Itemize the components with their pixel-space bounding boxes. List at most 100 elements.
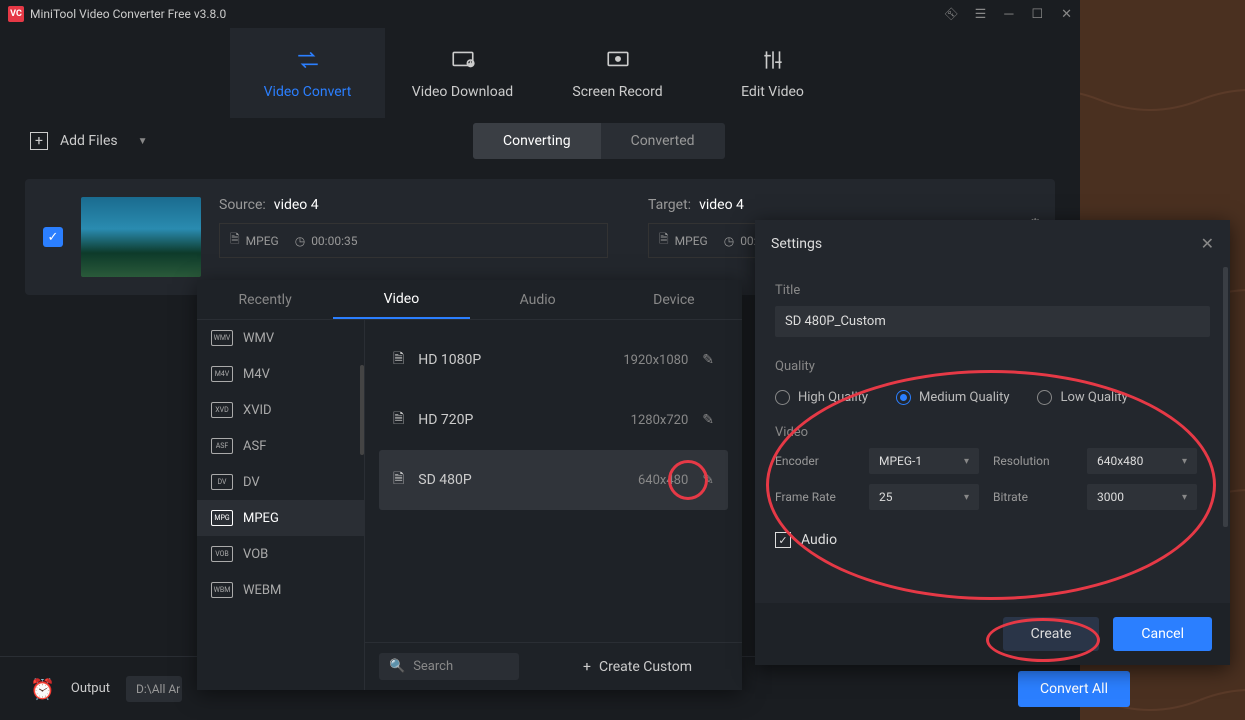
fp-tab-recently[interactable]: Recently (197, 280, 333, 319)
video-section-label: Video (775, 425, 1210, 440)
tab-screen-record[interactable]: Screen Record (540, 28, 695, 118)
main-tabs: Video Convert Video Download Screen Reco… (0, 28, 1080, 118)
title-input[interactable] (775, 306, 1210, 337)
scrollbar[interactable] (1223, 267, 1228, 527)
source-label: Source:video 4 (219, 197, 608, 213)
settings-title: Settings (771, 236, 822, 252)
convert-all-button[interactable]: Convert All (1018, 671, 1130, 707)
plus-icon: + (30, 132, 48, 150)
tab-label: Video Download (412, 84, 513, 100)
app-title: MiniTool Video Converter Free v3.8.0 (30, 7, 226, 21)
file-thumbnail (81, 197, 201, 277)
clock-icon: ◷ (724, 234, 734, 248)
format-icon: WMV (211, 330, 233, 346)
preset-720p[interactable]: 🗎 HD 720P 1280x720 ✎ (379, 390, 728, 450)
tab-label: Edit Video (741, 84, 804, 100)
format-item-mpeg[interactable]: MPGMPEG (197, 500, 364, 536)
format-item-xvid[interactable]: XVDXVID (197, 392, 364, 428)
format-icon: DV (211, 474, 233, 490)
minimize-icon[interactable]: ─ (1004, 6, 1013, 22)
format-item-wmv[interactable]: WMVWMV (197, 320, 364, 356)
quality-medium[interactable]: Medium Quality (896, 390, 1009, 405)
scrollbar[interactable] (360, 365, 364, 455)
format-icon: M4V (211, 366, 233, 382)
menu-icon[interactable]: ☰ (975, 7, 987, 22)
format-icon: VOB (211, 546, 233, 562)
play-file-icon: 🗎 (393, 348, 404, 372)
settings-panel: Settings ✕ Title Quality High Quality Me… (755, 220, 1230, 665)
edit-icon (760, 46, 786, 74)
preset-resolution: 640x480 (598, 473, 688, 488)
file-checkbox[interactable]: ✓ (43, 227, 63, 247)
framerate-label: Frame Rate (775, 490, 855, 504)
maximize-icon[interactable]: ☐ (1031, 7, 1043, 22)
preset-1080p[interactable]: 🗎 HD 1080P 1920x1080 ✎ (379, 330, 728, 390)
source-meta: 🗎MPEG ◷00:00:35 (219, 223, 608, 258)
quality-high[interactable]: High Quality (775, 390, 868, 405)
preset-480p[interactable]: 🗎 SD 480P 640x480 ✎ (379, 450, 728, 510)
edit-icon[interactable]: ✎ (702, 352, 714, 368)
title-field-label: Title (775, 283, 1210, 298)
audio-label: Audio (801, 532, 837, 548)
chevron-down-icon[interactable]: ▼ (138, 136, 148, 147)
framerate-select[interactable]: 25 (869, 484, 979, 510)
file-icon: 🗎 (659, 230, 669, 251)
preset-name: HD 1080P (418, 352, 584, 368)
bitrate-label: Bitrate (993, 490, 1073, 504)
record-icon (605, 46, 631, 74)
tab-video-download[interactable]: Video Download (385, 28, 540, 118)
output-label: Output (71, 681, 110, 696)
output-path[interactable]: D:\All Ar (126, 676, 182, 702)
format-icon: WBM (211, 582, 233, 598)
quality-label: Quality (775, 359, 1210, 374)
file-icon: 🗎 (230, 230, 240, 251)
play-file-icon: 🗎 (393, 408, 404, 432)
download-icon (450, 46, 476, 74)
create-custom-button[interactable]: +Create Custom (533, 643, 742, 690)
tab-edit-video[interactable]: Edit Video (695, 28, 850, 118)
format-item-dv[interactable]: DVDV (197, 464, 364, 500)
encoder-label: Encoder (775, 454, 855, 468)
fp-tab-device[interactable]: Device (606, 280, 742, 319)
add-files-button[interactable]: + Add Files ▼ (30, 132, 148, 150)
format-item-asf[interactable]: ASFASF (197, 428, 364, 464)
target-label: Target:video 4 (648, 197, 1037, 213)
plus-icon: + (583, 659, 591, 675)
clock-icon[interactable]: ⏰ (30, 677, 55, 701)
tab-video-convert[interactable]: Video Convert (230, 28, 385, 118)
format-panel: Recently Video Audio Device WMVWMV M4VM4… (197, 280, 742, 690)
clock-icon: ◷ (295, 234, 305, 248)
app-logo-icon: VC (8, 6, 24, 22)
close-icon[interactable]: ✕ (1061, 7, 1072, 22)
resolution-select[interactable]: 640x480 (1087, 448, 1197, 474)
format-icon: ASF (211, 438, 233, 454)
fp-tab-audio[interactable]: Audio (470, 280, 606, 319)
view-switcher: Converting Converted (473, 123, 725, 159)
fp-tab-video[interactable]: Video (333, 280, 469, 319)
format-item-vob[interactable]: VOBVOB (197, 536, 364, 572)
tab-label: Video Convert (264, 84, 352, 100)
format-item-m4v[interactable]: M4VM4V (197, 356, 364, 392)
audio-checkbox[interactable]: ✓ (775, 532, 791, 548)
search-icon: 🔍 (389, 659, 405, 674)
cancel-button[interactable]: Cancel (1113, 617, 1212, 651)
bitrate-select[interactable]: 3000 (1087, 484, 1197, 510)
tab-label: Screen Record (572, 84, 662, 100)
format-icon: XVD (211, 402, 233, 418)
search-input[interactable]: 🔍Search (379, 653, 519, 680)
converting-tab[interactable]: Converting (473, 123, 601, 159)
preset-name: SD 480P (418, 472, 584, 488)
edit-icon[interactable]: ✎ (702, 472, 714, 488)
convert-icon (295, 46, 321, 74)
preset-name: HD 720P (418, 412, 584, 428)
format-icon: MPG (211, 510, 233, 526)
create-button[interactable]: Create (1003, 617, 1100, 651)
converted-tab[interactable]: Converted (601, 123, 725, 159)
key-icon[interactable]: ⚿ (943, 5, 961, 23)
edit-icon[interactable]: ✎ (702, 412, 714, 428)
quality-low[interactable]: Low Quality (1037, 390, 1127, 405)
add-files-label: Add Files (60, 133, 118, 149)
close-icon[interactable]: ✕ (1201, 234, 1214, 253)
format-item-webm[interactable]: WBMWEBM (197, 572, 364, 608)
encoder-select[interactable]: MPEG-1 (869, 448, 979, 474)
